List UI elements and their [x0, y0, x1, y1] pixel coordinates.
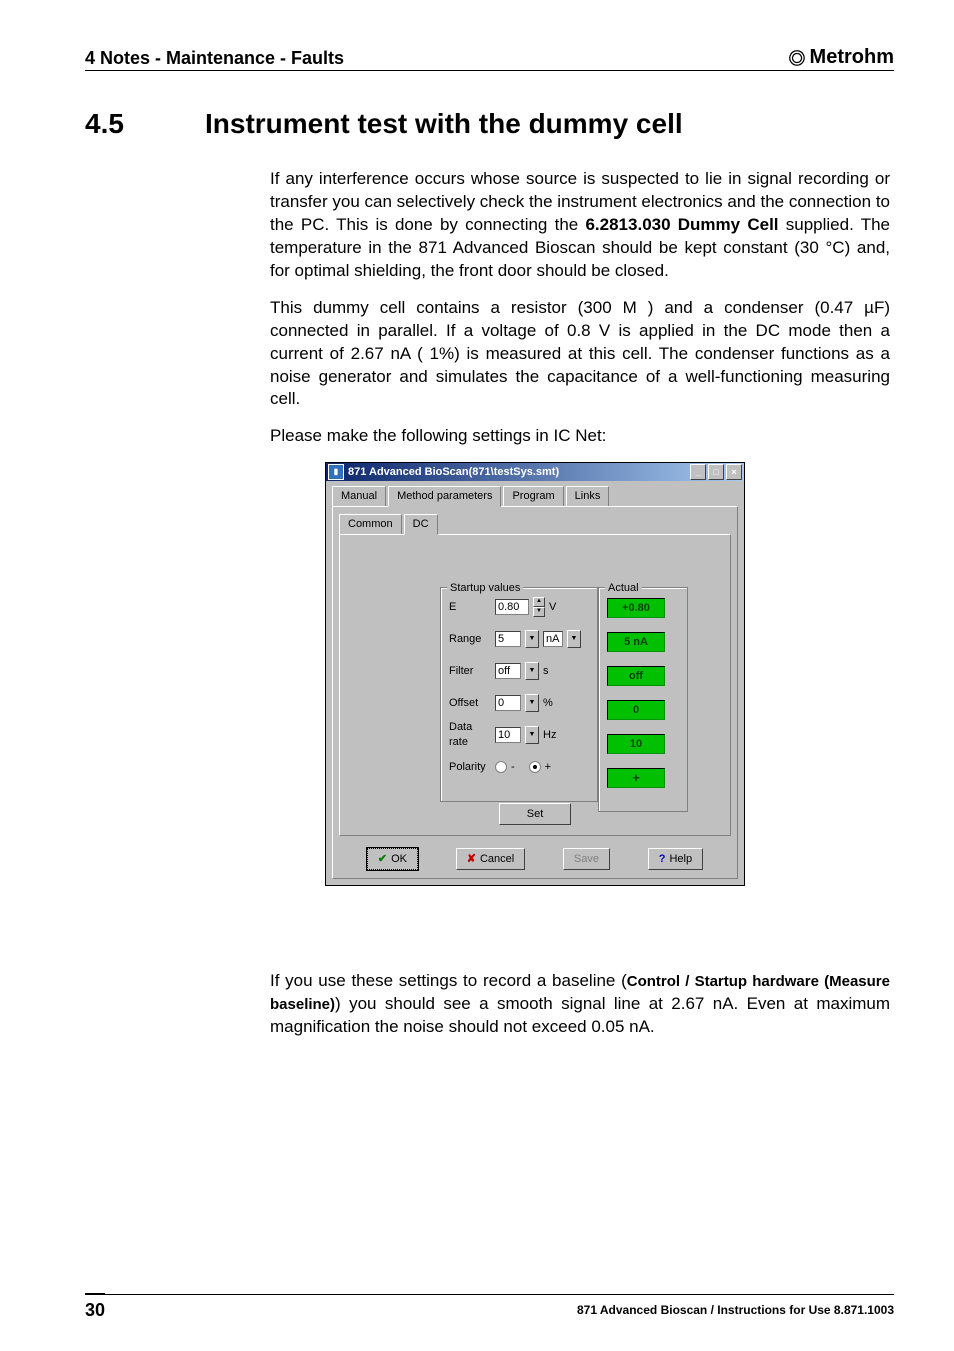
tab-manual[interactable]: Manual [332, 486, 386, 507]
paragraph-3: Please make the following settings in IC… [270, 425, 890, 448]
datarate-unit: Hz [543, 728, 557, 743]
filter-unit: s [543, 664, 557, 679]
filter-dropdown-icon[interactable]: ▼ [525, 662, 539, 680]
tab-program[interactable]: Program [503, 486, 563, 507]
x-icon: ✘ [467, 852, 476, 867]
polarity-minus-label: - [511, 760, 515, 775]
titlebar: ▮ 871 Advanced BioScan(871\testSys.smt) … [326, 463, 744, 481]
polarity-plus-label: + [545, 760, 551, 775]
actual-e: +0.80 [607, 598, 665, 618]
offset-label: Offset [449, 696, 491, 711]
cancel-button[interactable]: ✘ Cancel [456, 848, 525, 870]
offset-unit: % [543, 696, 557, 711]
actual-group: Actual +0.80 5 nA off 0 10 + [598, 587, 688, 812]
tab-links[interactable]: Links [566, 486, 610, 507]
range-input[interactable] [495, 631, 521, 647]
paragraph-1: If any interference occurs whose source … [270, 168, 890, 283]
header-rule [85, 70, 894, 71]
datarate-dropdown-icon[interactable]: ▼ [525, 726, 539, 744]
datarate-label: Data rate [449, 720, 491, 750]
tab-method-parameters[interactable]: Method parameters [388, 486, 501, 507]
icnet-dialog: ▮ 871 Advanced BioScan(871\testSys.smt) … [325, 462, 745, 886]
paragraph-4: If you use these settings to record a ba… [270, 970, 890, 1039]
startup-values-label: Startup values [447, 581, 523, 596]
app-icon: ▮ [328, 464, 344, 480]
section-number: 4.5 [85, 108, 165, 140]
range-label: Range [449, 632, 491, 647]
filter-label: Filter [449, 664, 491, 679]
dc-panel: Startup values E ▲▼ V Range ▼ [339, 534, 731, 836]
filter-input[interactable] [495, 663, 521, 679]
set-button[interactable]: Set [499, 803, 571, 825]
subtab-dc[interactable]: DC [404, 514, 438, 535]
subtab-common[interactable]: Common [339, 514, 402, 535]
main-tabs: Manual Method parameters Program Links [326, 481, 744, 506]
close-button[interactable]: × [726, 464, 742, 480]
metrohm-logo-icon [788, 49, 806, 67]
e-unit: V [549, 600, 563, 615]
polarity-label: Polarity [449, 760, 491, 775]
e-spinner[interactable]: ▲▼ [533, 597, 545, 617]
help-button[interactable]: ? Help [648, 848, 703, 870]
actual-filter: off [607, 666, 665, 686]
actual-offset: 0 [607, 700, 665, 720]
section-heading: 4.5 Instrument test with the dummy cell [85, 108, 894, 140]
actual-label: Actual [605, 581, 642, 596]
ok-button[interactable]: ✔ OK [367, 848, 418, 870]
actual-range: 5 nA [607, 632, 665, 652]
offset-input[interactable] [495, 695, 521, 711]
header-section: 4 Notes - Maintenance - Faults [85, 48, 344, 69]
range-unit-input[interactable] [543, 631, 563, 647]
range-dropdown-icon[interactable]: ▼ [525, 630, 539, 648]
window-title: 871 Advanced BioScan(871\testSys.smt) [348, 465, 688, 480]
startup-values-group: Startup values E ▲▼ V Range ▼ [440, 587, 598, 802]
save-button[interactable]: Save [563, 848, 610, 870]
e-input[interactable] [495, 599, 529, 615]
actual-polarity: + [607, 768, 665, 788]
minimize-button[interactable]: _ [690, 464, 706, 480]
e-label: E [449, 600, 491, 615]
header-brand: Metrohm [788, 46, 894, 69]
polarity-plus-radio[interactable] [529, 761, 541, 773]
footer-rule [85, 1294, 894, 1295]
actual-datarate: 10 [607, 734, 665, 754]
method-parameters-panel: Common DC Startup values E ▲▼ V Rang [332, 506, 738, 879]
page-number: 30 [85, 1293, 105, 1321]
offset-dropdown-icon[interactable]: ▼ [525, 694, 539, 712]
range-unit-dropdown-icon[interactable]: ▼ [567, 630, 581, 648]
footer-doc-id: 871 Advanced Bioscan / Instructions for … [577, 1303, 894, 1317]
maximize-button[interactable]: □ [708, 464, 724, 480]
paragraph-2: This dummy cell contains a resistor (300… [270, 297, 890, 412]
check-icon: ✔ [378, 852, 387, 867]
datarate-input[interactable] [495, 727, 521, 743]
dialog-buttons: ✔ OK ✘ Cancel Save ? Help [333, 842, 737, 878]
polarity-minus-radio[interactable] [495, 761, 507, 773]
question-icon: ? [659, 852, 666, 867]
section-title: Instrument test with the dummy cell [205, 108, 683, 140]
